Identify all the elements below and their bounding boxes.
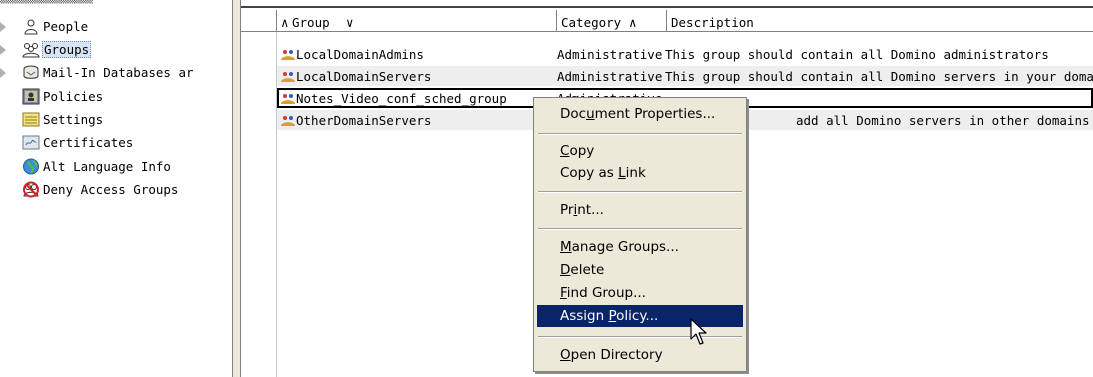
menu-item-copy-as-link[interactable]: Copy as Link [537,162,743,184]
group-description: add all Domino servers in other domains [796,113,1090,128]
group-icon [22,43,40,58]
tree-item-label: Alt Language Info [43,159,171,174]
menu-item-manage-groups[interactable]: Manage Groups... [537,236,743,258]
column-header-label: Description [671,15,754,30]
expand-arrow-icon[interactable] [0,45,6,55]
group-icon [281,116,295,126]
tree-item-label: Settings [43,112,104,127]
navigation-tree: ▒▒▒▒▒▒▒▒▒▒▒▒▒▒ People Groups Mail-In Dat… [0,0,232,377]
group-description: This group should contain all Domino adm… [665,47,1049,62]
mouse-cursor-icon [690,318,707,345]
menu-separator [538,228,742,230]
menu-separator [538,133,742,135]
group-name: OtherDomainServers [296,113,432,128]
pane-splitter[interactable] [232,0,241,377]
header-gutter [241,10,277,32]
person-icon [24,19,38,35]
expand-arrow-icon[interactable] [0,22,6,32]
tree-item-certificates[interactable]: Certificates [0,132,232,154]
tree-top-partial: ▒▒▒▒▒▒▒▒▒▒▒▒▒▒ [0,0,93,5]
tree-item-label: People [43,19,89,34]
column-header-description[interactable]: Description [667,10,1093,32]
tree-item-mail-in-databases[interactable]: Mail-In Databases ar [0,62,232,84]
column-header-group[interactable]: ∧ Group ∨ [277,10,557,32]
column-header-label: Group [292,15,330,30]
tree-item-alt-language-info[interactable]: Alt Language Info [0,156,232,178]
sort-descending-icon: ∨ [346,15,354,30]
menu-separator [538,191,742,193]
deny-access-icon [23,181,39,198]
group-category: Administrative [557,47,663,62]
table-row[interactable]: LocalDomainServers Administrative This g… [277,66,1093,86]
tree-item-settings[interactable]: Settings [0,109,232,131]
tree-item-label: Deny Access Groups [43,182,179,197]
group-category: Administrative [557,69,663,84]
menu-item-delete[interactable]: Delete [537,259,743,281]
menu-item-open-directory[interactable]: Open Directory [537,344,743,366]
settings-icon [22,112,40,127]
policy-icon [22,88,40,105]
sort-ascending-icon: ∧ [629,15,637,30]
tree-item-label: Mail-In Databases ar [43,65,194,80]
group-icon [281,50,295,60]
column-header-category[interactable]: Category ∧ [557,10,667,32]
expand-arrow-icon[interactable] [0,68,6,78]
menu-item-copy[interactable]: Copy [537,140,743,162]
mail-in-database-icon [23,65,39,79]
certificate-icon [22,135,40,150]
tree-item-label: Certificates [43,135,134,150]
group-icon [281,94,295,104]
menu-item-assign-policy[interactable]: Assign Policy... [537,305,743,327]
context-menu: Document Properties... Copy Copy as Link… [533,97,747,372]
group-name: LocalDomainAdmins [296,47,424,62]
tree-item-deny-access-groups[interactable]: Deny Access Groups [0,179,232,201]
menu-item-print[interactable]: Print... [537,199,743,221]
sort-toggle-icon: ∧ [281,15,289,30]
row-selection-gutter[interactable] [241,32,277,377]
column-header-label: Category [561,15,622,30]
group-name: LocalDomainServers [296,69,432,84]
globe-icon [23,158,39,175]
menu-item-find-group[interactable]: Find Group... [537,282,743,304]
tree-item-label: Policies [43,89,104,104]
view-top-border [241,6,1093,8]
tree-item-groups[interactable]: Groups [0,39,232,61]
tree-item-people[interactable]: People [0,16,232,38]
tree-item-label: Groups [42,41,92,58]
menu-item-document-properties[interactable]: Document Properties... [537,103,743,125]
group-description: This group should contain all Domino ser… [665,69,1093,84]
table-row[interactable]: LocalDomainAdmins Administrative This gr… [277,44,1093,64]
group-icon [281,72,295,82]
group-name: Notes_Video_conf_sched_group [296,91,507,106]
tree-item-policies[interactable]: Policies [0,86,232,108]
